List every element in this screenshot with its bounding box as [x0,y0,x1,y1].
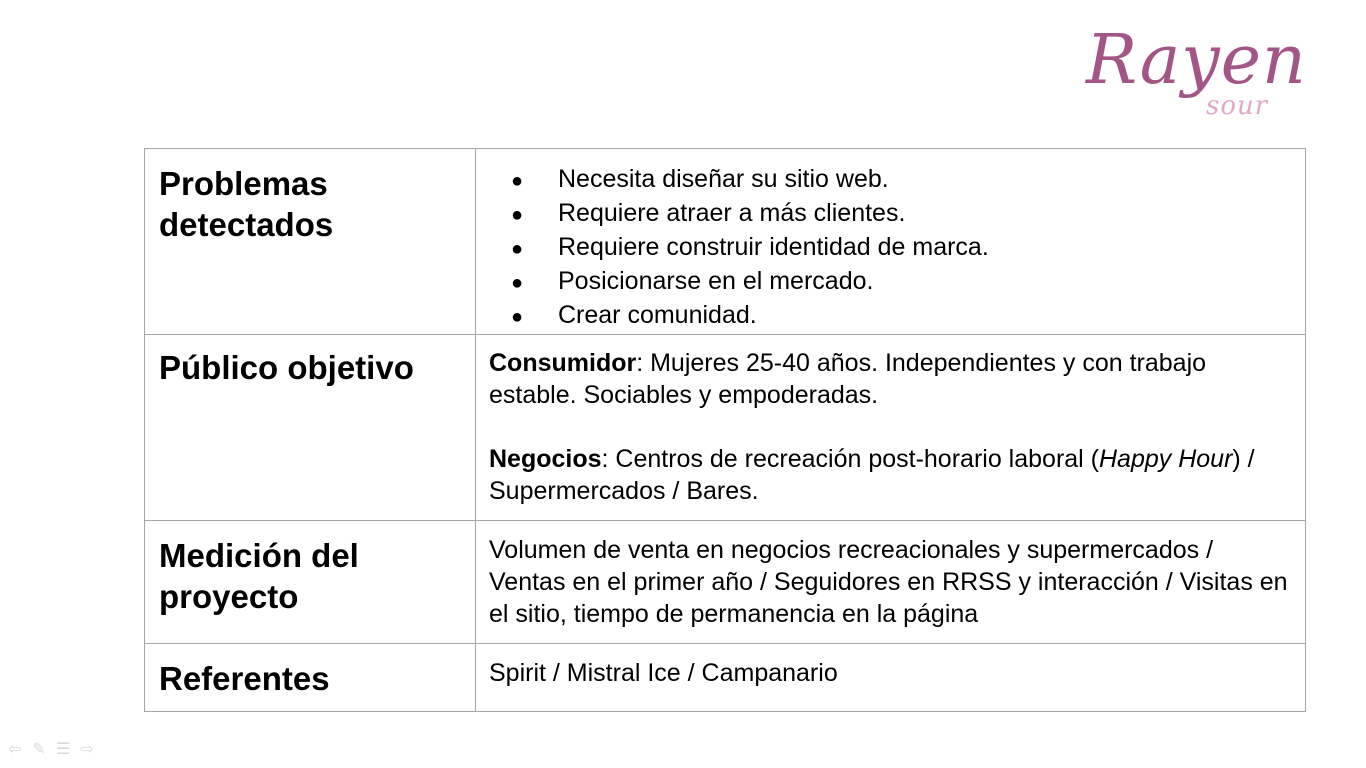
list-item-text: Necesita diseñar su sitio web. [558,165,889,193]
logo-main-text: Rayen [1086,21,1307,100]
bullet-icon: ● [511,204,524,226]
list-item-text: Crear comunidad. [558,301,757,329]
problems-list: ● Necesita diseñar su sitio web. ● Requier… [489,163,1292,333]
list-item: ● Posicionarse en el mercado. [489,265,1292,299]
bullet-icon: ● [511,272,524,294]
menu-icon[interactable]: ☰ [54,739,72,758]
list-item-text: Posicionarse en el mercado. [558,267,874,295]
list-item: ● Necesita diseñar su sitio web. [489,163,1292,197]
pen-icon[interactable]: ✎ [30,739,48,758]
brand-logo: Rayen sour [1080,22,1306,132]
negocios-paragraph: Negocios: Centros de recreación post-hor… [489,443,1292,507]
table-row: Referentes Spirit / Mistral Ice / Campan… [144,643,1306,712]
table-row: Público objetivo Consumidor: Mujeres 25-… [144,334,1306,521]
row-content-publico: Consumidor: Mujeres 25-40 años. Independ… [475,334,1306,521]
consumidor-paragraph: Consumidor: Mujeres 25-40 años. Independ… [489,347,1292,411]
bullet-icon: ● [511,238,524,260]
bullet-icon: ● [511,306,524,328]
list-item: ● Crear comunidad. [489,299,1292,333]
arrow-left-icon[interactable]: ⇦ [6,739,24,758]
bullet-icon: ● [511,170,524,192]
row-content-referentes: Spirit / Mistral Ice / Campanario [475,643,1306,712]
table-row: Medición del proyecto Volumen de venta e… [144,520,1306,644]
table-row: Problemas detectados ● Necesita diseñar s… [144,148,1306,335]
slide-nav-controls: ⇦ ✎ ☰ ⇨ [6,738,96,758]
negocios-italic: Happy Hour [1099,445,1233,473]
row-label-publico: Público objetivo [144,334,476,521]
list-item: ● Requiere construir identidad de marca. [489,231,1292,265]
arrow-right-icon[interactable]: ⇨ [78,739,96,758]
consumidor-label: Consumidor [489,349,637,377]
project-summary-table: Problemas detectados ● Necesita diseñar s… [144,148,1306,712]
negocios-text-1: : Centros de recreación post-horario lab… [601,445,1099,473]
list-item: ● Requiere atraer a más clientes. [489,197,1292,231]
list-item-text: Requiere construir identidad de marca. [558,233,989,261]
row-label-referentes: Referentes [144,643,476,712]
list-item-text: Requiere atraer a más clientes. [558,199,906,227]
row-content-problemas: ● Necesita diseñar su sitio web. ● Requier… [475,148,1306,335]
negocios-label: Negocios [489,445,602,473]
logo-sub-text: sour [1206,91,1269,121]
row-content-medicion: Volumen de venta en negocios recreaciona… [475,520,1306,644]
row-label-medicion: Medición del proyecto [144,520,476,644]
row-label-problemas: Problemas detectados [144,148,476,335]
